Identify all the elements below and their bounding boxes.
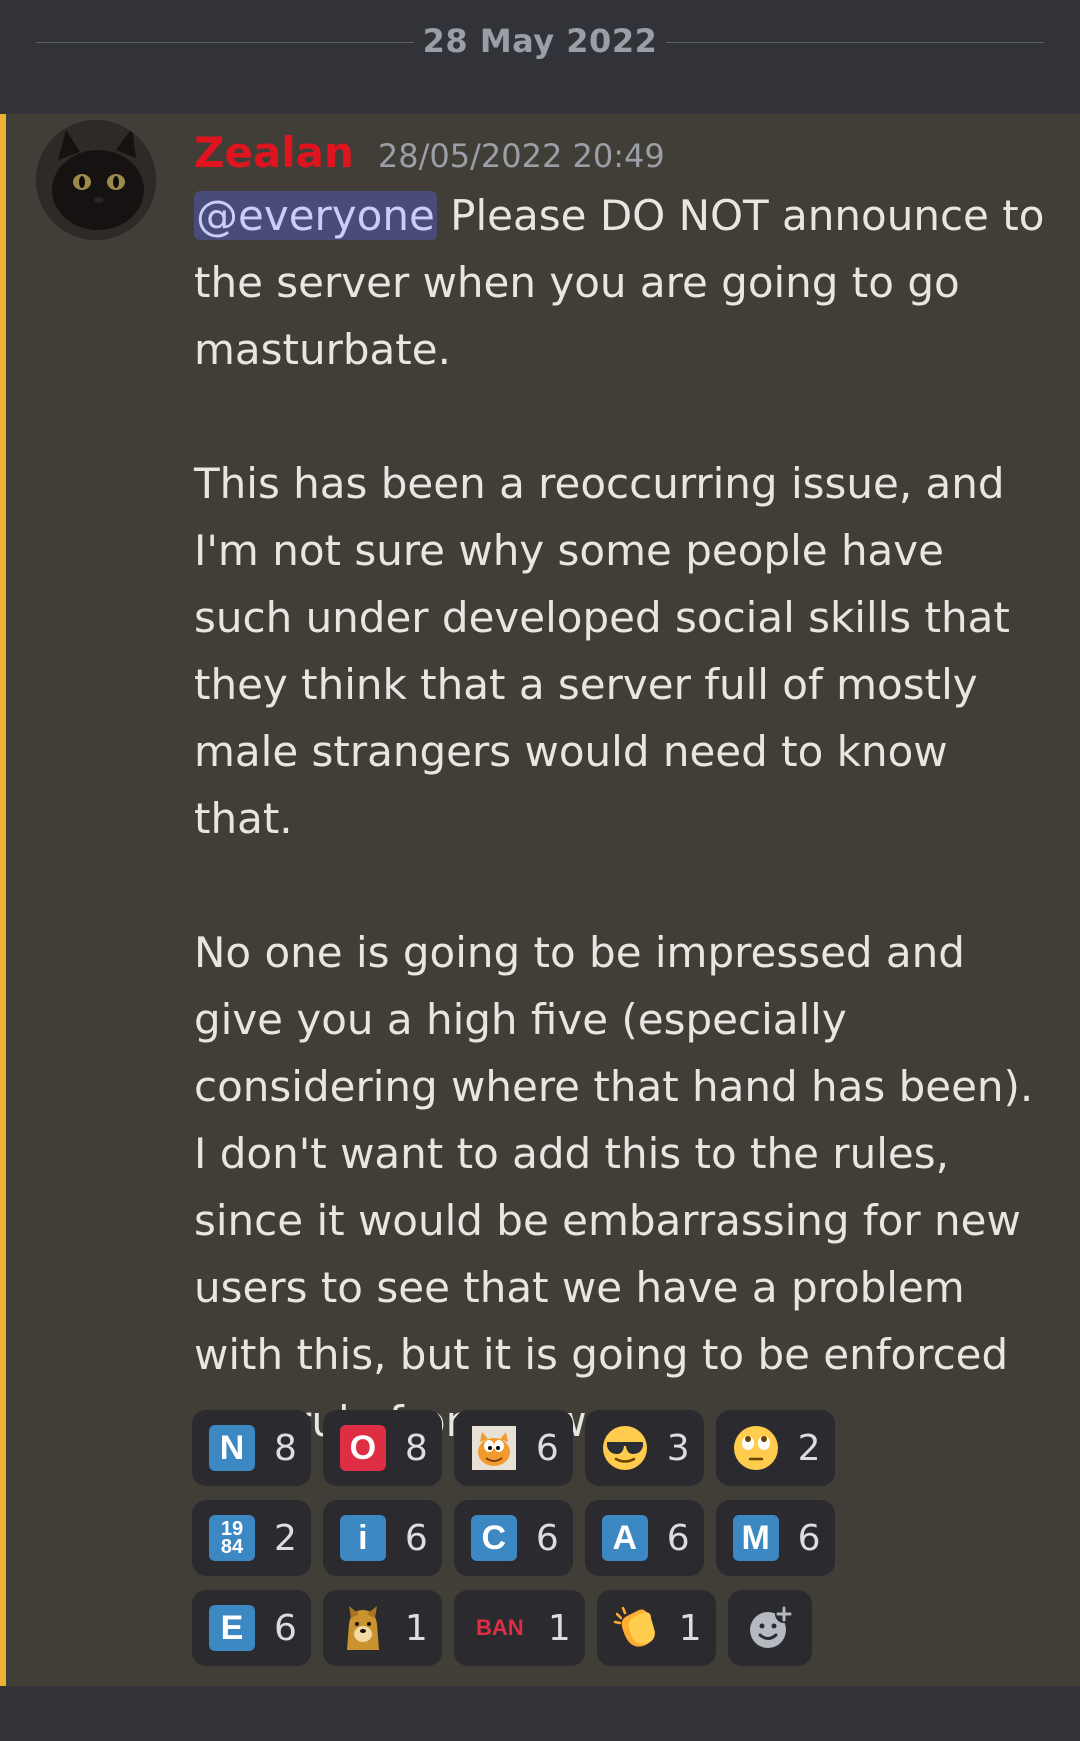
reactions: N 8 O 8 6 3 2 19 84 2 i 6 C 6 A 6 M 6 E … <box>192 1410 1052 1680</box>
divider-date: 28 May 2022 <box>422 22 658 60</box>
reaction-count: 6 <box>404 1517 428 1559</box>
message-paragraph-3: No one is going to be impressed and give… <box>194 928 1034 1446</box>
regional-indicator-n-icon: N <box>209 1425 255 1471</box>
reaction-1984[interactable]: 19 84 2 <box>192 1500 311 1576</box>
reaction-count: 2 <box>797 1427 821 1469</box>
reaction-count: 3 <box>666 1427 690 1469</box>
doge-emoji-icon <box>339 1604 387 1652</box>
date-divider: 28 May 2022 <box>0 0 1080 112</box>
eye-roll-emoji-icon <box>732 1424 780 1472</box>
regional-indicator-c-icon: C <box>470 1515 517 1561</box>
reaction-count: 1 <box>404 1607 428 1649</box>
tile-text-bottom: 84 <box>220 1536 244 1558</box>
divider-line-right <box>666 42 1044 43</box>
reaction-row-2: 19 84 2 i 6 C 6 A 6 M 6 <box>192 1500 1052 1576</box>
reaction-count: 6 <box>535 1427 559 1469</box>
reaction-row-1: N 8 O 8 6 3 2 <box>192 1410 1052 1486</box>
clapping-hands-emoji-icon <box>613 1604 661 1652</box>
regional-indicator-a-icon: A <box>601 1515 648 1561</box>
message-paragraph-1: @everyone Please DO NOT announce to the … <box>194 182 1054 383</box>
bottom-bar <box>0 1686 1080 1741</box>
message-content: @everyone Please DO NOT announce to the … <box>194 182 1054 1455</box>
reaction-count: 8 <box>404 1427 428 1469</box>
message-header: Zealan 28/05/2022 20:49 <box>194 128 1054 184</box>
reaction-count: 2 <box>274 1517 297 1559</box>
reaction-o[interactable]: O 8 <box>322 1410 442 1486</box>
garfield-emoji-icon <box>470 1424 518 1472</box>
regional-indicator-i-icon: i <box>339 1515 386 1561</box>
reaction-a[interactable]: A 6 <box>584 1500 704 1576</box>
reaction-doge[interactable]: 1 <box>322 1590 442 1666</box>
avatar[interactable] <box>36 120 156 240</box>
reaction-ban[interactable]: BAN 1 <box>453 1590 585 1666</box>
timestamp: 28/05/2022 20:49 <box>377 137 665 175</box>
reaction-sunglasses[interactable]: 3 <box>584 1410 704 1486</box>
reaction-count: 8 <box>274 1427 297 1469</box>
ban-emoji-icon: BAN <box>475 1615 524 1640</box>
message-body: Zealan 28/05/2022 20:49 @everyone Please… <box>194 128 1054 1455</box>
message[interactable]: Zealan 28/05/2022 20:49 @everyone Please… <box>0 114 1080 1686</box>
reaction-row-3: E 6 1 BAN 1 1 <box>192 1590 1052 1666</box>
add-reaction-button[interactable] <box>727 1590 812 1666</box>
reaction-count: 6 <box>797 1517 821 1559</box>
sunglasses-emoji-icon <box>601 1424 649 1472</box>
message-paragraph-2: This has been a reoccurring issue, and I… <box>194 459 1010 843</box>
reaction-e[interactable]: E 6 <box>192 1590 311 1666</box>
username[interactable]: Zealan <box>194 128 354 177</box>
reaction-n[interactable]: N 8 <box>192 1410 311 1486</box>
regional-indicator-e-icon: E <box>209 1605 255 1651</box>
letter-o-red-icon: O <box>339 1425 386 1471</box>
reaction-count: 6 <box>274 1607 297 1649</box>
regional-indicator-m-icon: M <box>732 1515 779 1561</box>
reaction-count: 6 <box>535 1517 559 1559</box>
reaction-clap[interactable]: 1 <box>596 1590 716 1666</box>
add-reaction-icon <box>746 1604 794 1652</box>
number-1984-icon: 19 84 <box>209 1515 255 1561</box>
reaction-eye-roll[interactable]: 2 <box>715 1410 835 1486</box>
everyone-mention[interactable]: @everyone <box>194 191 437 240</box>
reaction-i[interactable]: i 6 <box>322 1500 442 1576</box>
reaction-m[interactable]: M 6 <box>715 1500 835 1576</box>
reaction-count: 6 <box>666 1517 690 1559</box>
reaction-count: 1 <box>547 1607 571 1649</box>
reaction-count: 1 <box>678 1607 702 1649</box>
divider-line-left <box>36 42 414 43</box>
reaction-c[interactable]: C 6 <box>453 1500 573 1576</box>
reaction-garfield[interactable]: 6 <box>453 1410 573 1486</box>
black-cat-avatar-image <box>36 120 156 240</box>
